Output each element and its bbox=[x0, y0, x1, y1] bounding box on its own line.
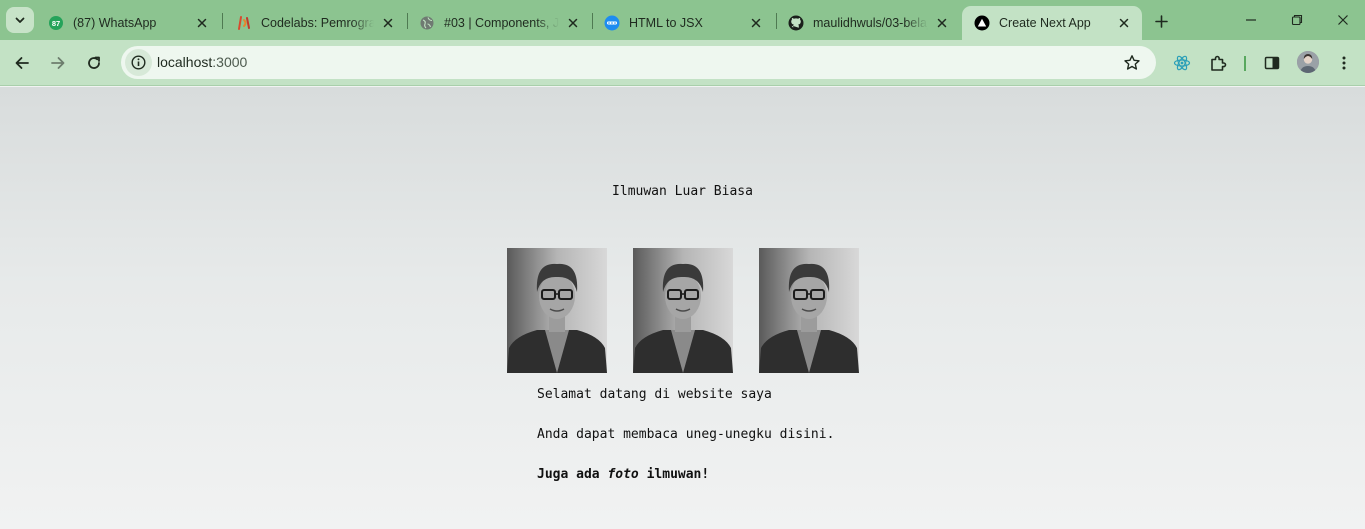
tab-title: maulidhwuls/03-belajar bbox=[813, 16, 928, 30]
close-icon bbox=[1338, 15, 1348, 25]
photo-note-emphasis: foto bbox=[607, 467, 639, 482]
minimize-icon bbox=[1246, 19, 1256, 21]
close-tab-icon[interactable] bbox=[934, 15, 950, 31]
reload-button[interactable] bbox=[80, 49, 108, 77]
nextjs-icon bbox=[974, 15, 990, 31]
arrow-right-icon bbox=[51, 57, 65, 69]
tab-separator bbox=[222, 13, 223, 29]
profile-picture bbox=[1297, 51, 1319, 73]
toolbar-divider bbox=[1244, 56, 1246, 71]
transform-icon bbox=[604, 15, 620, 31]
site-info-button[interactable] bbox=[125, 49, 152, 76]
puzzle-icon bbox=[1211, 55, 1227, 71]
tab-title: HTML to JSX bbox=[629, 16, 703, 30]
extensions-button[interactable] bbox=[1204, 49, 1232, 77]
browser-toolbar: localhost:3000 bbox=[0, 40, 1365, 86]
plus-icon bbox=[1154, 14, 1168, 28]
tab-html-to-jsx[interactable]: HTML to JSX bbox=[592, 6, 774, 40]
photo-note-text: Juga ada foto ilmuwan! bbox=[537, 467, 709, 482]
read-text: Anda dapat membaca uneg-unegku disini. bbox=[537, 427, 835, 442]
side-panel-button[interactable] bbox=[1258, 49, 1286, 77]
scientist-photo bbox=[507, 248, 607, 373]
back-button[interactable] bbox=[8, 49, 36, 77]
more-vertical-icon bbox=[1342, 56, 1346, 70]
scientist-photo bbox=[633, 248, 733, 373]
tab-title: #03 | Components, JSX bbox=[444, 16, 559, 30]
info-icon bbox=[131, 55, 146, 70]
address-bar[interactable]: localhost:3000 bbox=[121, 46, 1156, 79]
page-viewport: Ilmuwan Luar Biasa Selamat datang di web… bbox=[0, 87, 1365, 529]
photo-note-prefix: Juga ada bbox=[537, 467, 608, 482]
page-title: Ilmuwan Luar Biasa bbox=[612, 184, 753, 199]
tab-search-button[interactable] bbox=[6, 7, 34, 33]
close-tab-icon[interactable] bbox=[565, 15, 581, 31]
scientist-photo bbox=[759, 248, 859, 373]
star-icon bbox=[1124, 55, 1140, 70]
tab-title: Codelabs: Pemrograman bbox=[261, 16, 374, 30]
codelabs-icon bbox=[236, 15, 252, 31]
close-tab-icon[interactable] bbox=[748, 15, 764, 31]
photo-note-suffix: ilmuwan! bbox=[638, 467, 710, 482]
tab-whatsapp[interactable]: 87 (87) WhatsApp bbox=[36, 6, 220, 40]
whatsapp-badge: 87 bbox=[52, 19, 60, 28]
tab-components-jsx[interactable]: #03 | Components, JSX bbox=[407, 6, 591, 40]
side-panel-icon bbox=[1264, 56, 1280, 70]
tab-strip: 87 (87) WhatsApp Codelabs: Pemrograman #… bbox=[0, 0, 1365, 40]
chevron-down-icon bbox=[15, 17, 25, 23]
url-host: localhost bbox=[157, 54, 213, 70]
bookmark-button[interactable] bbox=[1122, 53, 1142, 73]
new-tab-button[interactable] bbox=[1150, 10, 1172, 32]
extension-react-devtools[interactable] bbox=[1168, 49, 1196, 77]
close-tab-icon[interactable] bbox=[194, 15, 210, 31]
profile-avatar[interactable] bbox=[1297, 51, 1319, 73]
close-tab-icon[interactable] bbox=[1116, 15, 1132, 31]
close-window-button[interactable] bbox=[1331, 8, 1355, 32]
reload-icon bbox=[88, 56, 100, 69]
globe-icon bbox=[419, 15, 435, 31]
browser-menu-button[interactable] bbox=[1330, 49, 1358, 77]
url-port: :3000 bbox=[212, 54, 248, 70]
url-text[interactable]: localhost:3000 bbox=[157, 54, 247, 70]
tab-create-next-app[interactable]: Create Next App bbox=[962, 6, 1142, 40]
minimize-button[interactable] bbox=[1239, 8, 1263, 32]
restore-button[interactable] bbox=[1285, 8, 1309, 32]
github-icon bbox=[788, 15, 804, 31]
tab-title: Create Next App bbox=[999, 16, 1091, 30]
welcome-text: Selamat datang di website saya bbox=[537, 387, 772, 402]
tab-title: (87) WhatsApp bbox=[73, 16, 157, 30]
react-icon bbox=[1173, 55, 1191, 71]
forward-button[interactable] bbox=[44, 49, 72, 77]
whatsapp-icon: 87 bbox=[48, 15, 64, 31]
tab-github[interactable]: maulidhwuls/03-belajar bbox=[776, 6, 960, 40]
arrow-left-icon bbox=[15, 57, 29, 69]
tab-codelabs[interactable]: Codelabs: Pemrograman bbox=[224, 6, 406, 40]
close-tab-icon[interactable] bbox=[380, 15, 396, 31]
restore-icon bbox=[1291, 14, 1303, 26]
